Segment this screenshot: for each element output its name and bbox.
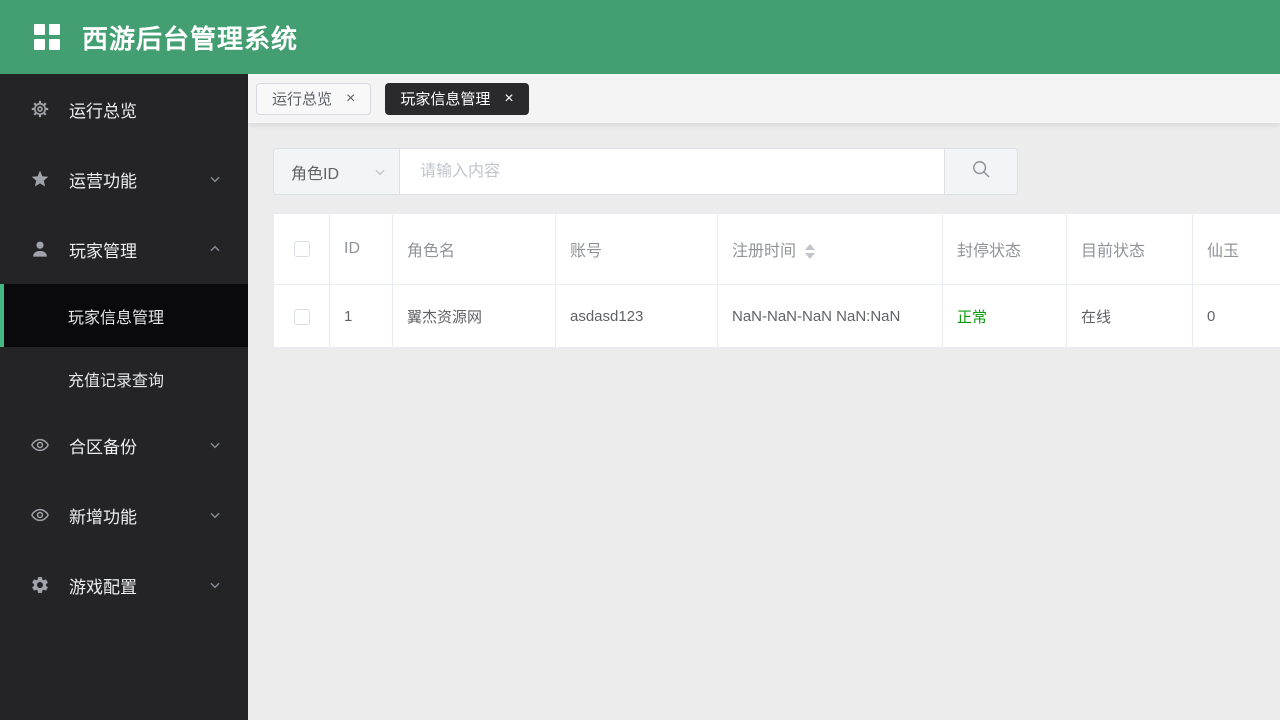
- search-input[interactable]: [400, 149, 944, 194]
- tab-overview[interactable]: 运行总览 ×: [256, 82, 372, 115]
- column-header-account: 账号: [555, 213, 718, 285]
- chevron-up-icon: [208, 242, 222, 256]
- column-header-id: ID: [329, 213, 393, 285]
- chevron-down-icon: [373, 165, 387, 179]
- search-bar: 角色ID: [273, 148, 1018, 195]
- cell-role-name: 翼杰资源网: [392, 284, 556, 348]
- settings-gear-icon: [30, 99, 50, 119]
- sidebar-subitem-label: 充值记录查询: [68, 372, 165, 390]
- app-title: 西游后台管理系统: [82, 23, 299, 54]
- user-icon: [30, 239, 50, 259]
- player-table-wrap: ID 角色名 账号 注册时间 封停状态 目前状态 仙玉 1 翼杰资源网 asda…: [273, 213, 1280, 348]
- eye-icon: [30, 505, 50, 525]
- sidebar-item-label: 运行总览: [69, 101, 137, 121]
- eye-icon: [30, 435, 50, 455]
- chevron-down-icon: [208, 508, 222, 522]
- column-header-label: 注册时间: [732, 243, 797, 260]
- select-all-cell: [273, 213, 330, 285]
- close-icon[interactable]: ×: [346, 90, 355, 107]
- search-field-dropdown[interactable]: 角色ID: [274, 149, 400, 194]
- column-header-ban-status: 封停状态: [942, 213, 1067, 285]
- sidebar-item-label: 合区备份: [69, 437, 137, 457]
- chevron-down-icon: [208, 172, 222, 186]
- table-header-row: ID 角色名 账号 注册时间 封停状态 目前状态 仙玉: [273, 213, 1280, 285]
- tab-label: 玩家信息管理: [400, 91, 491, 108]
- logo-square: [49, 39, 60, 50]
- row-select-cell: [273, 284, 330, 348]
- sidebar-item-label: 游戏配置: [69, 577, 137, 597]
- sidebar-item-new-features[interactable]: 新增功能: [0, 480, 248, 550]
- gear-icon: [30, 575, 50, 595]
- sidebar: 运行总览 运营功能 玩家管理 玩家信息管理 充值记录查询 合区备份 新增功能 游…: [0, 74, 248, 720]
- tab-bar: 运行总览 × 玩家信息管理 ×: [248, 74, 1280, 124]
- cell-id: 1: [329, 284, 393, 348]
- sort-carets-icon[interactable]: [805, 244, 816, 260]
- search-field-selected: 角色ID: [291, 165, 340, 183]
- sidebar-subitem-label: 玩家信息管理: [68, 309, 165, 327]
- sidebar-item-player-management[interactable]: 玩家管理: [0, 214, 248, 284]
- column-header-current-status: 目前状态: [1066, 213, 1193, 285]
- sidebar-item-label: 新增功能: [69, 507, 137, 527]
- search-icon: [970, 158, 992, 185]
- sidebar-item-overview[interactable]: 运行总览: [0, 74, 248, 144]
- cell-current-status: 在线: [1066, 284, 1193, 348]
- sidebar-subitem-player-info[interactable]: 玩家信息管理: [0, 284, 248, 347]
- star-icon: [30, 169, 50, 189]
- chevron-down-icon: [208, 438, 222, 452]
- app-header: 西游后台管理系统: [0, 0, 1280, 74]
- close-icon[interactable]: ×: [504, 90, 513, 107]
- sort-ascending-icon[interactable]: [805, 244, 816, 251]
- sidebar-subitem-recharge-records[interactable]: 充值记录查询: [0, 347, 248, 410]
- cell-ban-status: 正常: [942, 284, 1067, 348]
- sidebar-item-label: 运营功能: [69, 171, 137, 191]
- sort-descending-icon[interactable]: [805, 253, 816, 260]
- sidebar-item-label: 玩家管理: [69, 241, 137, 261]
- tab-label: 运行总览: [272, 91, 333, 108]
- logo-square: [34, 24, 45, 35]
- player-table: ID 角色名 账号 注册时间 封停状态 目前状态 仙玉 1 翼杰资源网 asda…: [273, 213, 1280, 348]
- search-button[interactable]: [944, 149, 1017, 194]
- logo-square: [49, 24, 60, 35]
- chevron-down-icon: [208, 578, 222, 592]
- app-logo-grid-icon: [34, 24, 60, 50]
- logo-square: [34, 39, 45, 50]
- main-content: 角色ID I: [248, 125, 1280, 720]
- select-all-checkbox[interactable]: [293, 240, 310, 257]
- tab-player-info[interactable]: 玩家信息管理 ×: [385, 82, 529, 115]
- sidebar-item-game-config[interactable]: 游戏配置: [0, 550, 248, 620]
- column-header-register-time[interactable]: 注册时间: [717, 213, 943, 285]
- cell-register-time: NaN-NaN-NaN NaN:NaN: [717, 284, 943, 348]
- status-badge: 正常: [957, 308, 988, 326]
- sidebar-item-operations[interactable]: 运营功能: [0, 144, 248, 214]
- column-header-xianyu: 仙玉: [1192, 213, 1280, 285]
- cell-account: asdasd123: [555, 284, 718, 348]
- cell-xianyu: 0: [1192, 284, 1280, 348]
- table-row: 1 翼杰资源网 asdasd123 NaN-NaN-NaN NaN:NaN 正常…: [273, 284, 1280, 348]
- column-header-role-name: 角色名: [392, 213, 556, 285]
- row-checkbox[interactable]: [293, 308, 310, 325]
- sidebar-item-merge-backup[interactable]: 合区备份: [0, 410, 248, 480]
